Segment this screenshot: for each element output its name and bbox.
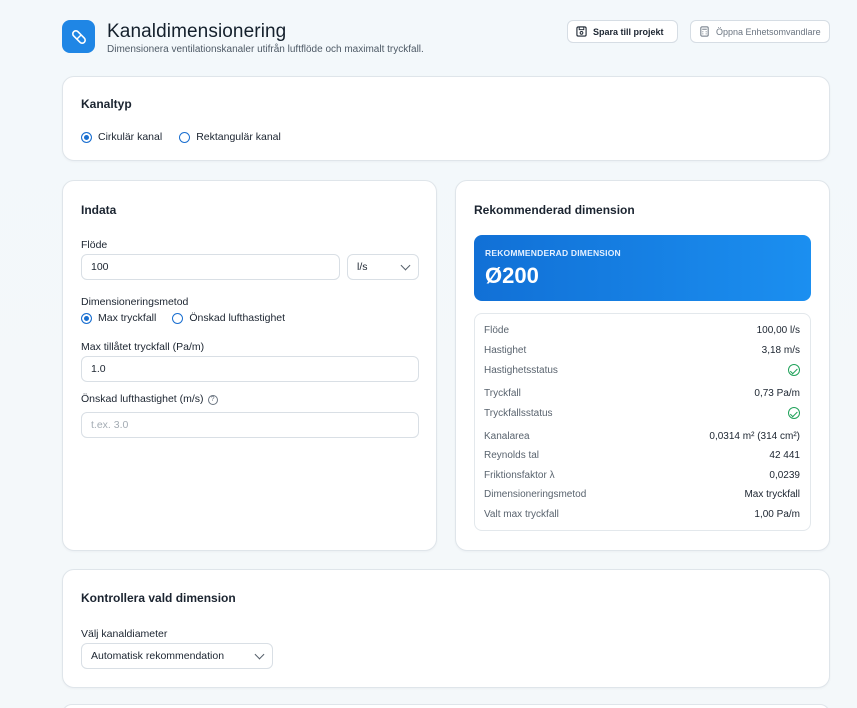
input-title: Indata bbox=[81, 203, 117, 217]
duct-type-title: Kanaltyp bbox=[81, 97, 132, 111]
recommendation-title: Rekommenderad dimension bbox=[474, 203, 635, 217]
check-dimension-card: Kontrollera vald dimension Välj kanaldia… bbox=[62, 569, 830, 688]
radio-indicator bbox=[81, 312, 92, 324]
diameter-select[interactable]: Automatisk rekommendation bbox=[81, 643, 273, 669]
row-key: Flöde bbox=[484, 324, 510, 336]
row-key: Tryckfall bbox=[484, 387, 521, 399]
result-row: Hastighet 3,18 m/s bbox=[484, 342, 800, 358]
row-key: Friktionsfaktor λ bbox=[484, 469, 555, 481]
save-to-project-button[interactable]: Spara till projekt bbox=[567, 20, 678, 43]
page-title: Kanaldimensionering bbox=[107, 21, 287, 42]
result-row: Reynolds tal 42 441 bbox=[484, 447, 800, 463]
result-row: Dimensioneringsmetod Max tryckfall bbox=[484, 486, 800, 502]
save-icon bbox=[576, 26, 587, 37]
check-circle-icon bbox=[788, 364, 800, 376]
recommended-dimension-banner: REKOMMENDERAD DIMENSION Ø200 bbox=[474, 235, 811, 301]
result-row: Hastighetsstatus bbox=[484, 362, 800, 378]
open-unit-converter-button[interactable]: Öppna Enhetsomvandlare bbox=[690, 20, 830, 43]
row-value: Max tryckfall bbox=[744, 488, 800, 500]
check-circle-icon bbox=[788, 407, 800, 419]
radio-label: Cirkulär kanal bbox=[98, 131, 163, 143]
velocity-input[interactable]: t.ex. 3.0 bbox=[81, 412, 419, 438]
help-icon[interactable]: ? bbox=[207, 395, 218, 405]
row-key: Kanalarea bbox=[484, 430, 530, 442]
save-button-label: Spara till projekt bbox=[593, 26, 664, 37]
radio-max-pressure-drop[interactable]: Max tryckfall bbox=[81, 312, 156, 324]
chevron-down-icon bbox=[254, 649, 265, 659]
result-row: Flöde 100,00 l/s bbox=[484, 322, 800, 338]
chevron-down-icon bbox=[400, 260, 411, 270]
banner-label: REKOMMENDERAD DIMENSION bbox=[485, 248, 621, 258]
max-drop-label: Max tillåtet tryckfall (Pa/m) bbox=[81, 341, 205, 353]
diameter-select-value: Automatisk rekommendation bbox=[91, 650, 225, 662]
method-label: Dimensioneringsmetod bbox=[81, 296, 189, 308]
result-row: Friktionsfaktor λ 0,0239 bbox=[484, 467, 800, 483]
radio-desired-velocity[interactable]: Önskad lufthastighet bbox=[172, 312, 285, 324]
diameter-label: Välj kanaldiameter bbox=[81, 628, 168, 640]
radio-indicator bbox=[179, 131, 191, 143]
calculator-icon bbox=[700, 26, 709, 37]
banner-value: Ø200 bbox=[485, 263, 539, 288]
row-key: Tryckfallsstatus bbox=[484, 407, 553, 419]
result-row: Valt max tryckfall 1,00 Pa/m bbox=[484, 506, 800, 522]
radio-label: Max tryckfall bbox=[98, 312, 157, 324]
row-key: Reynolds tal bbox=[484, 449, 540, 461]
radio-rectangular-duct[interactable]: Rektangulär kanal bbox=[179, 131, 281, 143]
results-table: Flöde 100,00 l/s Hastighet 3,18 m/s Hastig… bbox=[474, 313, 811, 531]
app-logo-icon bbox=[62, 20, 95, 53]
radio-label: Rektangulär kanal bbox=[196, 131, 281, 143]
row-key: Hastighetsstatus bbox=[484, 364, 558, 376]
row-key: Dimensioneringsmetod bbox=[484, 488, 587, 500]
input-card: Indata Flöde 100 l/s Dimensioneringsmeto… bbox=[62, 180, 437, 551]
radio-indicator bbox=[172, 312, 184, 324]
result-row: Tryckfall 0,73 Pa/m bbox=[484, 385, 800, 401]
row-key: Hastighet bbox=[484, 344, 527, 356]
row-value: 0,73 Pa/m bbox=[754, 387, 800, 399]
max-drop-input[interactable]: 1.0 bbox=[81, 356, 419, 382]
row-value: 3,18 m/s bbox=[761, 344, 800, 356]
row-value: 42 441 bbox=[769, 449, 800, 461]
flow-unit-value: l/s bbox=[357, 261, 368, 273]
row-key: Valt max tryckfall bbox=[484, 508, 559, 520]
radio-circular-duct[interactable]: Cirkulär kanal bbox=[81, 131, 162, 143]
check-dimension-title: Kontrollera vald dimension bbox=[81, 591, 236, 605]
radio-label: Önskad lufthastighet bbox=[189, 312, 286, 324]
velocity-label: Önskad lufthastighet (m/s) bbox=[81, 393, 204, 405]
row-value: 100,00 l/s bbox=[756, 324, 800, 336]
flow-unit-select[interactable]: l/s bbox=[347, 254, 419, 280]
flow-label: Flöde bbox=[81, 239, 108, 251]
page-subtitle: Dimensionera ventilationskanaler utifrån… bbox=[107, 44, 424, 55]
row-value: 1,00 Pa/m bbox=[754, 508, 800, 520]
row-value: 0,0314 m² (314 cm²) bbox=[709, 430, 800, 442]
result-row: Tryckfallsstatus bbox=[484, 405, 800, 421]
duct-type-card: Kanaltyp Cirkulär kanal Rektangulär kana… bbox=[62, 76, 830, 161]
velocity-label-wrap: Önskad lufthastighet (m/s)? bbox=[81, 393, 218, 405]
result-row: Kanalarea 0,0314 m² (314 cm²) bbox=[484, 428, 800, 444]
pipe-icon bbox=[71, 29, 86, 44]
converter-button-label: Öppna Enhetsomvandlare bbox=[716, 26, 821, 37]
flow-input[interactable]: 100 bbox=[81, 254, 340, 280]
next-card-partial bbox=[62, 704, 830, 708]
radio-indicator bbox=[81, 131, 92, 143]
row-value: 0,0239 bbox=[769, 469, 800, 481]
